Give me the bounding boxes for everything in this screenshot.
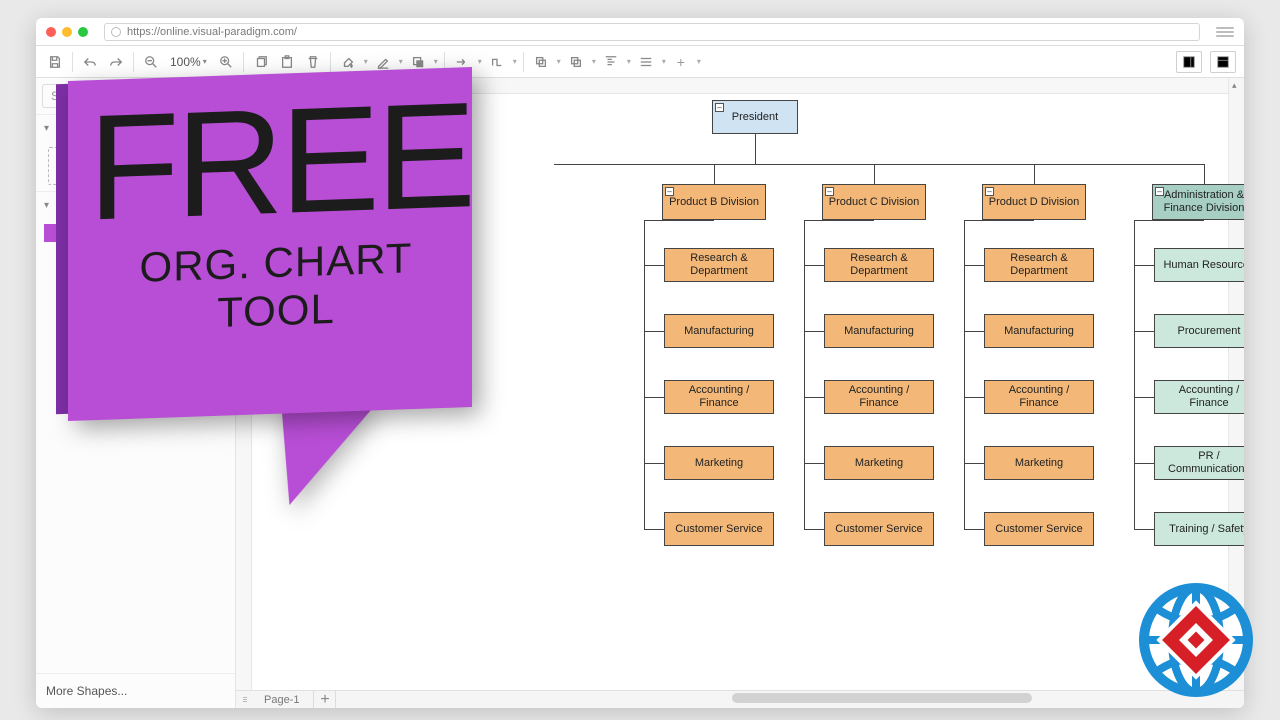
more-shapes-button[interactable]: More Shapes... bbox=[36, 673, 235, 708]
org-division-3[interactable]: Administration & Finance Division– bbox=[1152, 184, 1244, 220]
shapes-sidebar: Se Sc Or More Shapes... bbox=[36, 78, 236, 708]
shape-search-input[interactable]: Se bbox=[42, 84, 229, 108]
panel-scratchpad[interactable]: Sc bbox=[36, 114, 235, 141]
org-child-1-2[interactable]: Accounting / Finance bbox=[824, 380, 934, 414]
main-area: Se Sc Or More Shapes... ▴ President–Prod… bbox=[36, 78, 1244, 708]
to-back-button[interactable] bbox=[565, 51, 587, 73]
app-window: https://online.visual-paradigm.com/ 100%… bbox=[36, 18, 1244, 708]
org-child-2-2[interactable]: Accounting / Finance bbox=[984, 380, 1094, 414]
app-toolbar: 100% ▾ ▾ ▾ ▾ ▾ ▾ ▾ ▾ ▾ ▾ +▾ bbox=[36, 46, 1244, 78]
insert-button[interactable]: + bbox=[670, 51, 692, 73]
format-panel-toggle[interactable] bbox=[1176, 51, 1202, 73]
swatch-0[interactable] bbox=[44, 224, 70, 242]
org-child-2-1[interactable]: Manufacturing bbox=[984, 314, 1094, 348]
outline-panel-toggle[interactable] bbox=[1210, 51, 1236, 73]
undo-button[interactable] bbox=[79, 51, 101, 73]
org-child-2-3[interactable]: Marketing bbox=[984, 446, 1094, 480]
org-child-2-0[interactable]: Research & Department bbox=[984, 248, 1094, 282]
org-child-2-4[interactable]: Customer Service bbox=[984, 512, 1094, 546]
org-child-1-4[interactable]: Customer Service bbox=[824, 512, 934, 546]
org-division-2[interactable]: Product D Division– bbox=[982, 184, 1086, 220]
horizontal-scrollbar[interactable] bbox=[472, 690, 1244, 708]
to-front-button[interactable] bbox=[530, 51, 552, 73]
macos-minimize-dot[interactable] bbox=[62, 27, 72, 37]
page-tab-grip[interactable] bbox=[240, 697, 250, 702]
redo-button[interactable] bbox=[105, 51, 127, 73]
org-division-0[interactable]: Product B Division– bbox=[662, 184, 766, 220]
paste-button[interactable] bbox=[276, 51, 298, 73]
horizontal-ruler bbox=[236, 78, 1228, 94]
statusbar: Page-1 + bbox=[236, 690, 1244, 708]
site-identity-icon bbox=[111, 27, 121, 37]
save-button[interactable] bbox=[44, 51, 66, 73]
collapse-icon[interactable]: – bbox=[825, 187, 834, 196]
org-child-1-1[interactable]: Manufacturing bbox=[824, 314, 934, 348]
distribute-button[interactable] bbox=[635, 51, 657, 73]
org-child-3-4[interactable]: Training / Safety bbox=[1154, 512, 1244, 546]
canvas-area: ▴ President–Product B Division–Research … bbox=[236, 78, 1244, 708]
address-bar[interactable]: https://online.visual-paradigm.com/ bbox=[104, 23, 1200, 41]
align-button[interactable] bbox=[600, 51, 622, 73]
line-color-button[interactable] bbox=[372, 51, 394, 73]
swatch-1[interactable] bbox=[70, 224, 96, 242]
diagram-canvas[interactable]: President– Product B Division– Research & … bbox=[252, 94, 1228, 690]
collapse-icon[interactable]: – bbox=[665, 187, 674, 196]
browser-titlebar: https://online.visual-paradigm.com/ bbox=[36, 18, 1244, 46]
add-page-button[interactable]: + bbox=[314, 691, 336, 709]
panel-orgchart[interactable]: Or bbox=[36, 191, 235, 218]
chevron-down-icon: ▾ bbox=[203, 57, 207, 66]
browser-menu-icon[interactable] bbox=[1216, 23, 1234, 41]
zoom-text: 100% bbox=[170, 55, 201, 69]
macos-close-dot[interactable] bbox=[46, 27, 56, 37]
org-child-0-1[interactable]: Manufacturing bbox=[664, 314, 774, 348]
org-division-1[interactable]: Product C Division– bbox=[822, 184, 926, 220]
page-tab-1[interactable]: Page-1 bbox=[250, 691, 314, 709]
url-text: https://online.visual-paradigm.com/ bbox=[127, 26, 297, 38]
org-child-3-2[interactable]: Accounting / Finance bbox=[1154, 380, 1244, 414]
shadow-button[interactable] bbox=[407, 51, 429, 73]
scratchpad-slot[interactable] bbox=[48, 147, 110, 185]
zoom-level[interactable]: 100% ▾ bbox=[166, 55, 211, 69]
zoom-in-button[interactable] bbox=[215, 51, 237, 73]
org-child-0-4[interactable]: Customer Service bbox=[664, 512, 774, 546]
collapse-icon[interactable]: – bbox=[985, 187, 994, 196]
collapse-icon[interactable]: – bbox=[715, 103, 724, 112]
org-swatch-row bbox=[44, 224, 227, 242]
org-child-0-2[interactable]: Accounting / Finance bbox=[664, 380, 774, 414]
visual-paradigm-logo bbox=[1136, 580, 1256, 700]
org-child-3-3[interactable]: PR / Communications bbox=[1154, 446, 1244, 480]
org-child-1-0[interactable]: Research & Department bbox=[824, 248, 934, 282]
fill-color-button[interactable] bbox=[337, 51, 359, 73]
macos-zoom-dot[interactable] bbox=[78, 27, 88, 37]
waypoint-style-button[interactable] bbox=[486, 51, 508, 73]
delete-button[interactable] bbox=[302, 51, 324, 73]
org-root[interactable]: President– bbox=[712, 100, 798, 134]
zoom-out-button[interactable] bbox=[140, 51, 162, 73]
copy-button[interactable] bbox=[250, 51, 272, 73]
vertical-ruler bbox=[236, 94, 252, 690]
org-child-3-1[interactable]: Procurement bbox=[1154, 314, 1244, 348]
org-child-0-0[interactable]: Research & Department bbox=[664, 248, 774, 282]
org-child-0-3[interactable]: Marketing bbox=[664, 446, 774, 480]
collapse-icon[interactable]: – bbox=[1155, 187, 1164, 196]
org-child-3-0[interactable]: Human Resources bbox=[1154, 248, 1244, 282]
connector-style-button[interactable] bbox=[451, 51, 473, 73]
org-child-1-3[interactable]: Marketing bbox=[824, 446, 934, 480]
